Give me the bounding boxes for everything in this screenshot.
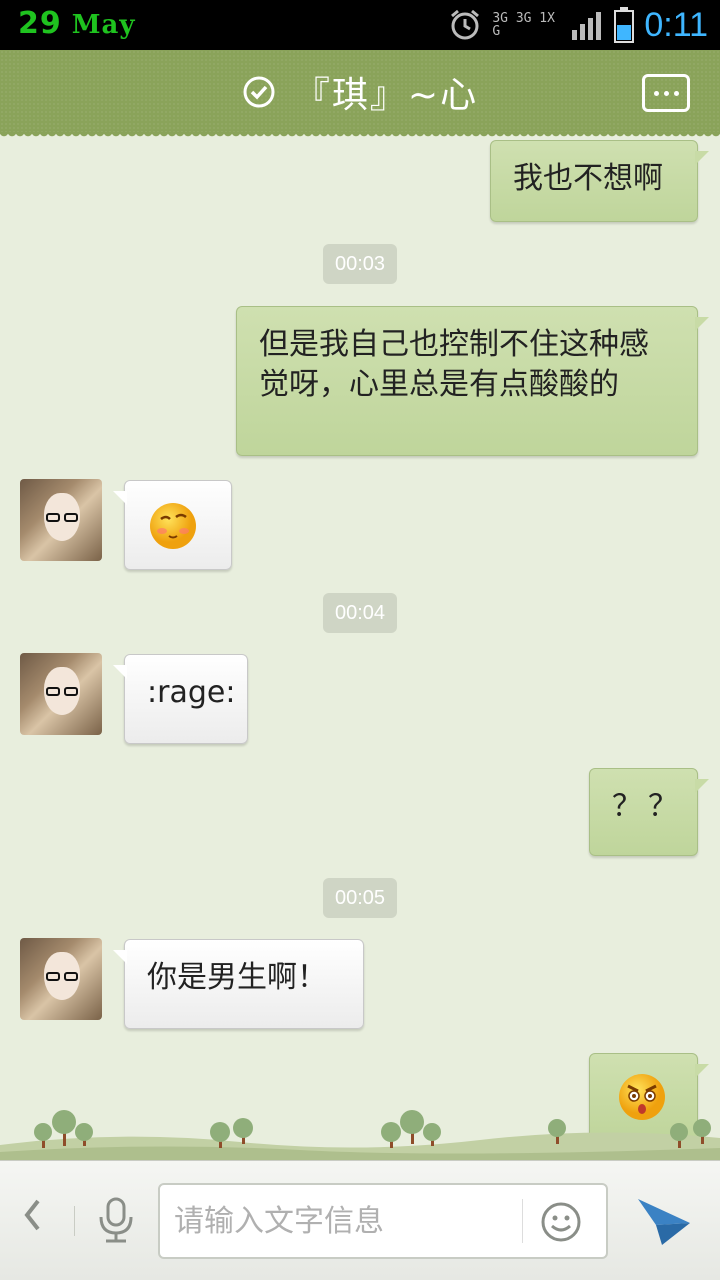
message-bubble[interactable]: :rage: — [113, 654, 248, 744]
avatar[interactable] — [20, 653, 102, 735]
send-button[interactable] — [636, 1195, 692, 1251]
avatar-glasses — [64, 972, 78, 981]
chat-title: 『琪』~心 — [293, 75, 479, 116]
avatar-glasses — [64, 513, 78, 522]
status-icons: 3G 3G 1X G 0:11 — [448, 4, 708, 46]
chevron-left-icon — [24, 1199, 40, 1231]
message-bubble[interactable]: ？？ — [589, 768, 709, 856]
avatar-glasses — [46, 513, 60, 522]
avatar-glasses — [64, 687, 78, 696]
divider — [74, 1206, 75, 1236]
alarm-icon — [451, 9, 480, 40]
status-day: 29 — [18, 6, 62, 41]
voice-button[interactable] — [96, 1197, 136, 1247]
title-bar: 『琪』~心 — [0, 50, 720, 140]
message-input[interactable] — [174, 1195, 514, 1247]
message-text: 你是男生啊！ — [147, 960, 327, 995]
avatar[interactable] — [20, 938, 102, 1020]
message-bubble[interactable]: 我也不想啊 — [490, 140, 709, 222]
timestamp: 00:04 — [323, 593, 397, 633]
microphone-icon — [99, 1197, 133, 1243]
more-icon-dot — [663, 90, 669, 96]
check-circle-icon — [243, 76, 275, 108]
more-button[interactable] — [642, 74, 690, 112]
message-text: ？？ — [612, 789, 684, 824]
message-input-box[interactable] — [158, 1183, 608, 1259]
message-text: 我也不想啊 — [513, 161, 663, 196]
battery-icon — [614, 7, 635, 43]
collapse-button[interactable] — [22, 1197, 42, 1243]
avatar-glasses — [46, 972, 60, 981]
title-group: 『琪』~心 — [0, 50, 720, 134]
timestamp: 00:05 — [323, 878, 397, 918]
avatar[interactable] — [20, 479, 102, 561]
more-icon-dot — [673, 90, 679, 96]
send-paper-plane-icon — [638, 1199, 690, 1245]
embarrassed-emoji-icon — [150, 503, 196, 549]
message-bubble[interactable]: 但是我自己也控制不住这种感觉呀，心里总是有点酸酸的 — [236, 306, 709, 456]
chat-area[interactable]: 我也不想啊 00:03 但是我自己也控制不住这种感觉呀，心里总是有点酸酸的 00… — [0, 134, 720, 1160]
clock: 0:11 — [644, 5, 708, 44]
smiley-icon — [541, 1202, 581, 1242]
input-bar — [0, 1160, 720, 1280]
status-bar: 29 May 3G 3G 1X G 0:11 — [0, 0, 720, 50]
emoji-button[interactable] — [540, 1201, 582, 1247]
timestamp: 00:03 — [323, 244, 397, 284]
message-bubble[interactable] — [113, 480, 232, 570]
message-text: 但是我自己也控制不住这种感觉呀，心里总是有点酸酸的 — [259, 327, 649, 402]
divider — [522, 1199, 523, 1243]
status-month: May — [71, 10, 136, 40]
message-bubble[interactable]: 你是男生啊！ — [113, 939, 364, 1029]
avatar-glasses — [46, 687, 60, 696]
message-text: :rage: — [147, 675, 236, 710]
landscape-decoration — [0, 1110, 720, 1160]
more-icon-dot — [653, 90, 659, 96]
signal-icon — [572, 12, 602, 40]
status-date: 29 May — [18, 6, 135, 41]
network-type: 3G 3G 1X G — [492, 11, 555, 39]
